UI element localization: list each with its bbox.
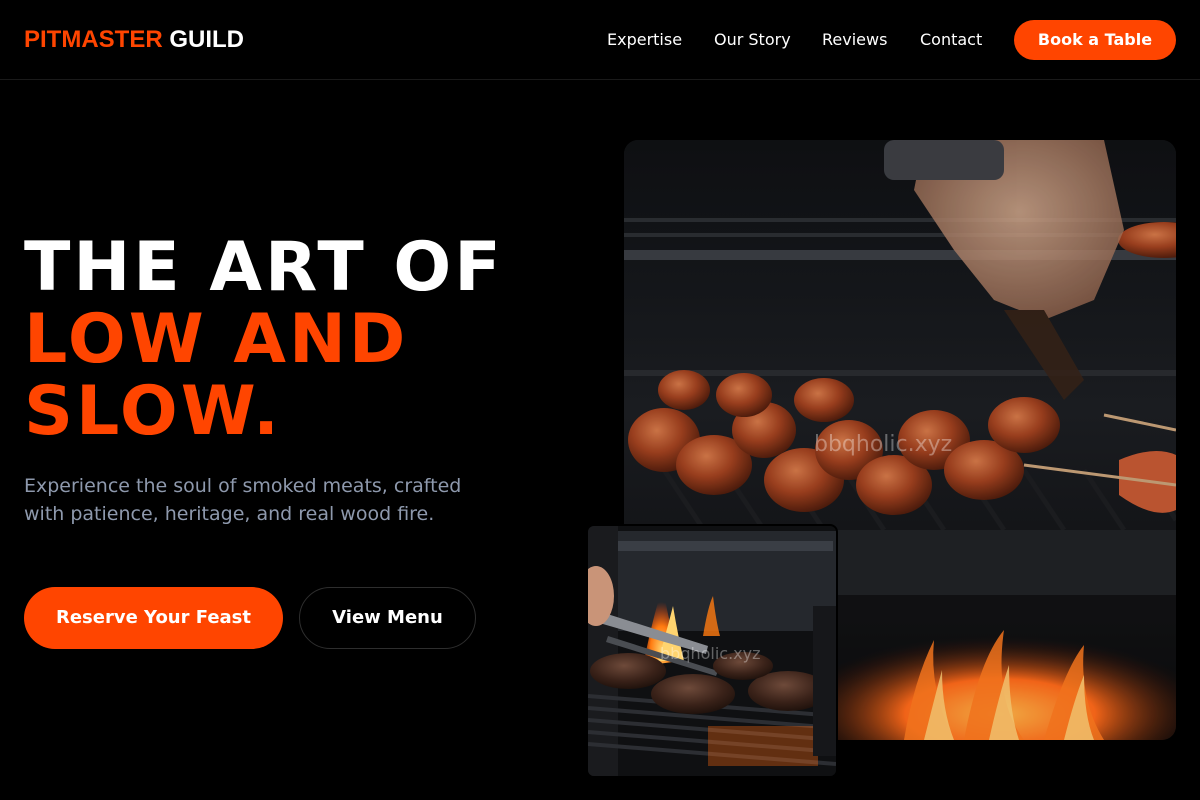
headline-line-1: THE ART OF (24, 228, 504, 307)
headline-line-2: LOW AND (24, 300, 409, 379)
brand-logo-plain: GUILD (169, 26, 245, 53)
burgers-grill-illustration (588, 526, 836, 776)
book-table-button[interactable]: Book a Table (1014, 20, 1176, 60)
top-navigation: PITMASTER GUILD Expertise Our Story Revi… (0, 0, 1200, 80)
view-menu-button[interactable]: View Menu (299, 587, 476, 649)
hero-subtext: Experience the soul of smoked meats, cra… (24, 475, 462, 525)
brand-logo-accent: PITMASTER (24, 26, 163, 53)
hero-headline: THE ART OF LOW AND SLOW. (24, 232, 504, 448)
hero-image-burgers: bbqholic.xyz (586, 524, 838, 778)
nav-link-our-story[interactable]: Our Story (714, 30, 791, 50)
headline-line-3: SLOW. (24, 372, 282, 451)
nav-link-contact[interactable]: Contact (920, 30, 982, 50)
reserve-feast-button[interactable]: Reserve Your Feast (24, 587, 283, 649)
nav-link-expertise[interactable]: Expertise (607, 30, 682, 50)
brand-logo[interactable]: PITMASTER GUILD (24, 26, 244, 54)
nav-link-reviews[interactable]: Reviews (822, 30, 887, 50)
